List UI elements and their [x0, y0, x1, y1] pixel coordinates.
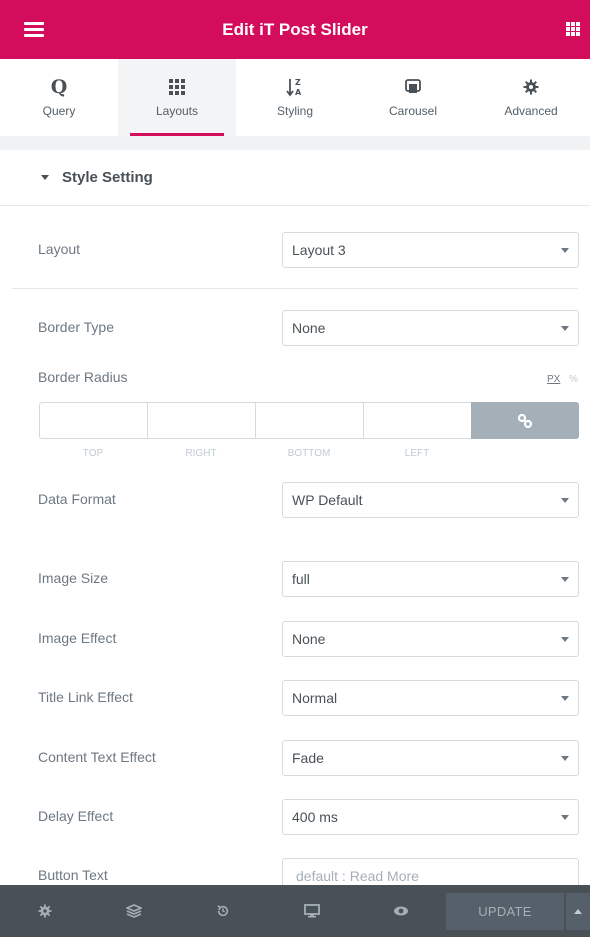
panel-title: Edit iT Post Slider [222, 19, 368, 39]
radius-top-input[interactable] [39, 402, 147, 439]
data-format-control: Data Format WP Default [0, 482, 590, 518]
title-link-effect-value: Normal [292, 690, 338, 706]
border-type-select[interactable]: None [282, 310, 579, 346]
layouts-icon [169, 77, 185, 97]
side-label-right: RIGHT [185, 448, 217, 459]
chevron-down-icon [561, 498, 569, 503]
data-format-label: Data Format [38, 491, 116, 507]
sort-icon: Z A [286, 77, 304, 97]
title-link-effect-control: Title Link Effect Normal [0, 680, 590, 716]
tab-advanced[interactable]: Advanced [472, 59, 590, 136]
section-spacer [0, 136, 590, 150]
image-effect-value: None [292, 631, 326, 647]
gear-icon [523, 77, 539, 97]
data-format-select[interactable]: WP Default [282, 482, 579, 518]
section-toggle[interactable]: Style Setting [0, 150, 590, 206]
delay-effect-value: 400 ms [292, 809, 338, 825]
navigator-icon[interactable] [89, 885, 178, 937]
chevron-down-icon [561, 248, 569, 253]
link-icon [517, 413, 533, 428]
caret-down-icon [41, 175, 49, 180]
image-size-select[interactable]: full [282, 561, 579, 597]
border-type-value: None [292, 320, 326, 336]
editor-header: Edit iT Post Slider [0, 0, 590, 59]
tab-label: Query [42, 104, 76, 118]
side-label-bottom: BOTTOM [287, 448, 331, 459]
unit-switcher: PX % [547, 374, 578, 385]
carousel-icon [404, 77, 422, 97]
tab-label: Styling [276, 104, 314, 118]
border-type-control: Border Type None [0, 310, 590, 346]
border-radius-label: Border Radius [38, 369, 128, 385]
data-format-value: WP Default [292, 492, 363, 508]
delay-effect-select[interactable]: 400 ms [282, 799, 579, 835]
caret-up-icon [574, 909, 582, 914]
responsive-icon[interactable] [267, 885, 356, 937]
update-options-button[interactable] [566, 893, 590, 930]
svg-text:A: A [295, 88, 302, 97]
tab-label: Layouts [155, 104, 199, 118]
image-effect-control: Image Effect None [0, 621, 590, 657]
border-radius-control: Border Radius [0, 369, 590, 389]
editor-footer: UPDATE [0, 885, 590, 937]
radius-bottom-input[interactable] [255, 402, 363, 439]
title-link-effect-select[interactable]: Normal [282, 680, 579, 716]
chevron-down-icon [561, 815, 569, 820]
layout-label: Layout [38, 241, 81, 257]
tab-layouts[interactable]: Layouts [118, 59, 236, 136]
layout-control: Layout Layout 3 [0, 232, 590, 268]
image-size-label: Image Size [38, 570, 109, 586]
content-text-effect-label: Content Text Effect [38, 749, 156, 765]
image-size-control: Image Size full [0, 561, 590, 597]
border-type-label: Border Type [38, 319, 115, 335]
title-link-effect-label: Title Link Effect [38, 689, 133, 705]
layout-value: Layout 3 [292, 242, 346, 258]
link-values-button[interactable] [471, 402, 579, 439]
grid-icon[interactable] [566, 22, 580, 36]
chevron-down-icon [561, 637, 569, 642]
tab-bar: Q Query Layouts Z A Styling Carousel Adv… [0, 59, 590, 136]
radius-side-labels: TOP RIGHT BOTTOM LEFT [39, 448, 471, 459]
svg-text:Z: Z [295, 78, 301, 87]
tab-label: Carousel [388, 104, 438, 118]
history-icon[interactable] [178, 885, 267, 937]
chevron-down-icon [561, 696, 569, 701]
section-title: Style Setting [62, 169, 153, 186]
preview-icon[interactable] [356, 885, 445, 937]
content-text-effect-value: Fade [292, 750, 324, 766]
image-size-value: full [292, 571, 310, 587]
hamburger-icon[interactable] [24, 22, 44, 37]
border-radius-inputs [39, 402, 579, 439]
chevron-down-icon [561, 326, 569, 331]
delay-effect-label: Delay Effect [38, 808, 114, 824]
tab-styling[interactable]: Z A Styling [236, 59, 354, 136]
button-text-label: Button Text [38, 867, 108, 883]
query-icon: Q [50, 76, 68, 98]
image-effect-select[interactable]: None [282, 621, 579, 657]
radius-left-input[interactable] [363, 402, 471, 439]
unit-px[interactable]: PX [547, 374, 560, 385]
content-text-effect-select[interactable]: Fade [282, 740, 579, 776]
tab-carousel[interactable]: Carousel [354, 59, 472, 136]
update-button[interactable]: UPDATE [446, 893, 564, 930]
side-label-left: LEFT [404, 448, 430, 459]
tab-query[interactable]: Q Query [0, 59, 118, 136]
unit-percent[interactable]: % [569, 374, 578, 385]
chevron-down-icon [561, 577, 569, 582]
delay-effect-control: Delay Effect 400 ms [0, 799, 590, 835]
side-label-top: TOP [82, 448, 104, 459]
radius-right-input[interactable] [147, 402, 255, 439]
chevron-down-icon [561, 756, 569, 761]
divider [12, 288, 578, 289]
settings-icon[interactable] [0, 885, 89, 937]
image-effect-label: Image Effect [38, 630, 117, 646]
content-text-effect-control: Content Text Effect Fade [0, 740, 590, 776]
tab-label: Advanced [504, 104, 558, 118]
layout-select[interactable]: Layout 3 [282, 232, 579, 268]
